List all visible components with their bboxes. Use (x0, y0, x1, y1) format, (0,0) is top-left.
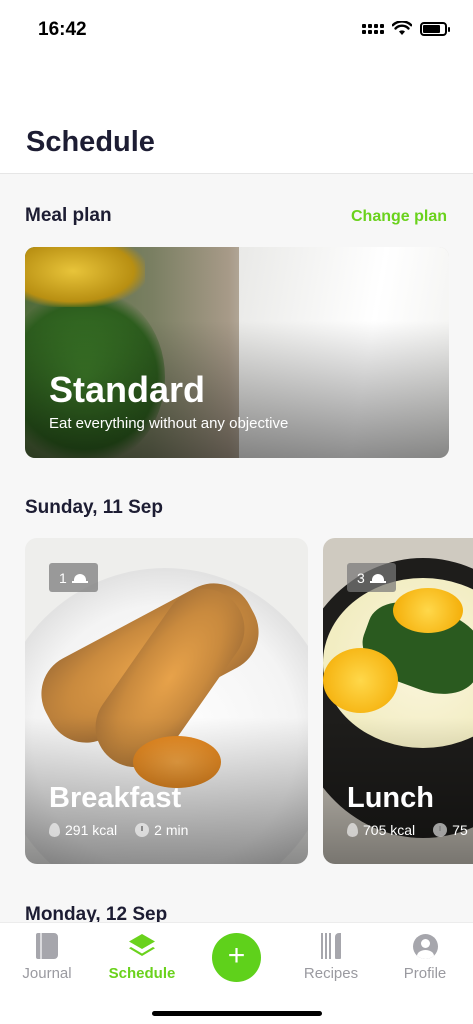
tab-profile[interactable]: Profile (385, 931, 465, 982)
servings-badge: 1 (49, 563, 98, 592)
status-icons (362, 21, 450, 36)
tab-recipes[interactable]: Recipes (291, 931, 371, 982)
tab-label: Schedule (108, 965, 176, 982)
meal-plan-section-title: Meal plan (25, 205, 112, 226)
change-plan-link[interactable]: Change plan (351, 208, 447, 226)
status-time: 16:42 (38, 19, 87, 40)
meal-time: 75 (452, 822, 468, 838)
signal-icon (362, 23, 384, 34)
servings-badge: 3 (347, 563, 396, 592)
status-bar: 16:42 (0, 0, 473, 60)
tab-label: Recipes (303, 965, 359, 982)
clock-icon (433, 823, 448, 837)
page-title: Schedule (26, 126, 155, 158)
day-title-sunday: Sunday, 11 Sep (25, 497, 163, 518)
journal-book-icon (36, 933, 58, 959)
meal-card-lunch[interactable]: 3 Lunch 705 kcal 75 (323, 538, 473, 864)
fork-knife-icon (318, 933, 344, 959)
meal-kcal: 291 kcal (65, 822, 118, 838)
profile-icon (412, 933, 438, 959)
meal-name: Breakfast (49, 782, 182, 814)
header: Schedule (0, 60, 473, 174)
home-indicator (152, 1011, 322, 1016)
tab-label: Profile (403, 965, 447, 982)
add-button[interactable]: + (212, 933, 261, 982)
cloche-icon (71, 572, 88, 584)
meal-name: Lunch (347, 782, 434, 814)
clock-icon (135, 823, 150, 837)
meal-meta: 705 kcal 75 (347, 822, 468, 838)
tab-journal[interactable]: Journal (7, 931, 87, 982)
meal-plan-card[interactable]: Standard Eat everything without any obje… (25, 247, 449, 458)
meal-card-breakfast[interactable]: 1 Breakfast 291 kcal 2 min (25, 538, 308, 864)
tab-schedule[interactable]: Schedule (102, 931, 182, 982)
battery-level (423, 24, 440, 33)
tab-label: Journal (22, 965, 72, 982)
wifi-icon (392, 21, 412, 35)
flame-icon (49, 823, 60, 837)
cloche-icon (369, 572, 386, 584)
plan-description: Eat everything without any objective (49, 415, 289, 432)
meal-time: 2 min (154, 822, 189, 838)
battery-icon (420, 21, 450, 36)
layers-icon (129, 934, 155, 956)
tab-bar: Journal Schedule + Recipes Profile (0, 922, 473, 1024)
meal-kcal: 705 kcal (363, 822, 416, 838)
plan-name: Standard (49, 369, 206, 410)
meal-meta: 291 kcal 2 min (49, 822, 188, 838)
flame-icon (347, 823, 358, 837)
